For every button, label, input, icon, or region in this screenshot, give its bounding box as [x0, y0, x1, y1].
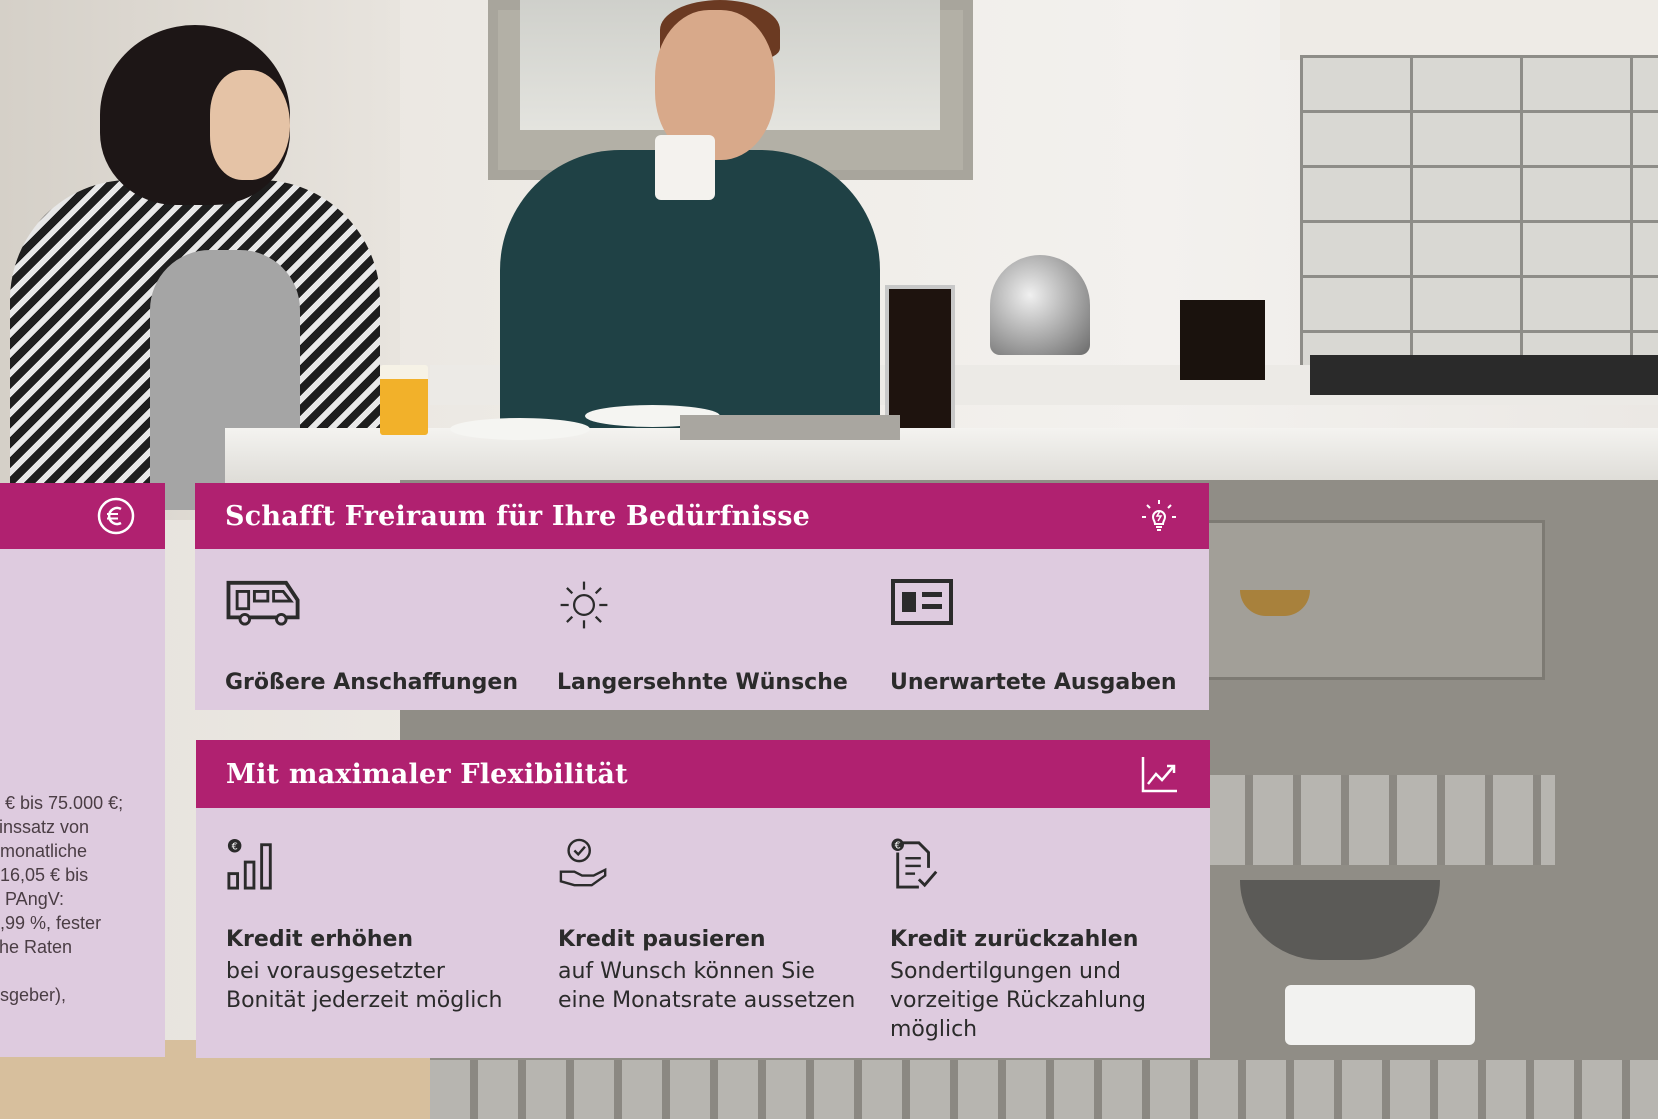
credit-repay-icon: €	[891, 838, 938, 889]
fine-print-line: che Raten	[0, 937, 73, 957]
lightbulb-icon	[1142, 500, 1176, 531]
feature-title: Langersehnte Wünsche	[557, 670, 848, 695]
needs-panel-title: Schafft Freiraum für Ihre Bedürfnisse	[225, 501, 810, 532]
flexibility-panel: Mit maximaler Flexibilität € Kredit erhö…	[196, 740, 1210, 1058]
sun-icon	[560, 581, 608, 629]
feature-title: Kredit erhöhen	[226, 927, 414, 952]
flexibility-panel-title: Mit maximaler Flexibilität	[226, 759, 628, 790]
euro-icon	[97, 497, 135, 535]
bill-icon	[891, 579, 953, 625]
camper-van-icon	[226, 580, 300, 626]
feature-description: Sondertilgungen und vorzeitige Rückzahlu…	[890, 959, 1146, 1042]
feature-title: Größere Anschaffungen	[225, 670, 519, 695]
feature-description: auf Wunsch können Sie eine Monatsrate au…	[558, 959, 856, 1013]
flexibility-panel-header: Mit maximaler Flexibilität	[196, 740, 1210, 808]
fine-print-line: nsgeber),	[0, 985, 67, 1005]
feature-title: Unerwartete Ausgaben	[890, 670, 1177, 695]
fine-print-line: 0 € bis 75.000 €;	[0, 793, 124, 813]
needs-panel-header: Schafft Freiraum für Ihre Bedürfnisse	[195, 483, 1209, 549]
feature-title: Kredit pausieren	[558, 927, 766, 952]
loan-fine-print: 0 € bis 75.000 €; zinssatz von ; monatli…	[0, 791, 170, 1007]
needs-panel: Schafft Freiraum für Ihre Bedürfnisse Gr…	[195, 483, 1209, 710]
credit-increase-icon: €	[227, 838, 272, 890]
fine-print-line: zinssatz von	[0, 817, 90, 837]
loan-details-header	[0, 483, 165, 549]
credit-pause-icon	[559, 838, 607, 887]
trend-chart-icon	[1141, 757, 1177, 793]
fine-print-line	[0, 959, 170, 983]
loan-details-panel: 0 € bis 75.000 €; zinssatz von ; monatli…	[0, 483, 165, 1057]
svg-text:€: €	[232, 842, 238, 853]
svg-text:€: €	[895, 841, 901, 852]
fine-print-line: 4 PAngV:	[0, 889, 65, 909]
feature-title: Kredit zurückzahlen	[890, 927, 1139, 952]
fine-print-line: 016,05 € bis	[0, 865, 89, 885]
feature-description: bei vorausgesetzter Bonität jederzeit mö…	[226, 959, 503, 1013]
fine-print-line: 7,99 %, fester	[0, 913, 102, 933]
fine-print-line: ; monatliche	[0, 841, 88, 861]
